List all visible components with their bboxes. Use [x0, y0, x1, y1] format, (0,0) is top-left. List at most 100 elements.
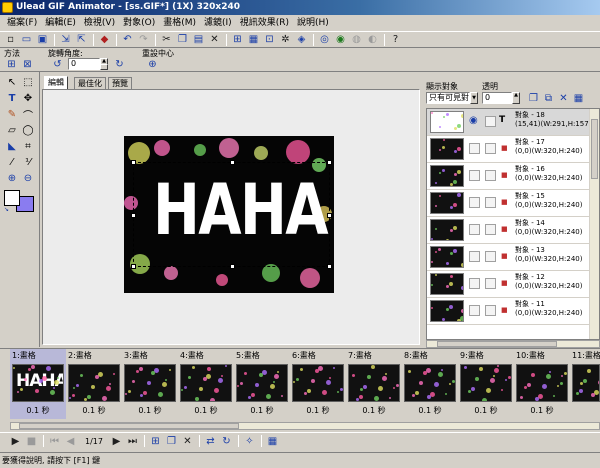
preview-browser-icon[interactable]: ◍: [349, 33, 364, 47]
open-file-icon[interactable]: ▭: [19, 33, 34, 47]
frame-delay[interactable]: 0.1 秒: [10, 405, 66, 416]
frame-item[interactable]: 5:畫格 0.1 秒: [234, 349, 290, 419]
save-icon[interactable]: ▣: [35, 33, 50, 47]
lock-checkbox[interactable]: [485, 305, 496, 316]
lock-checkbox[interactable]: [485, 143, 496, 154]
visibility-checkbox[interactable]: [469, 224, 480, 235]
visibility-checkbox[interactable]: [469, 305, 480, 316]
rotate-spin-down[interactable]: [100, 64, 108, 70]
selection-box[interactable]: [131, 160, 332, 269]
lock-checkbox[interactable]: [485, 197, 496, 208]
rotate-ccw-icon[interactable]: ↺: [50, 57, 65, 71]
add-frame-icon[interactable]: ⊞: [148, 434, 163, 448]
frame-item[interactable]: 10:畫格 0.1 秒: [514, 349, 570, 419]
tween-icon[interactable]: ⇄: [203, 434, 218, 448]
opacity-input[interactable]: 0: [482, 92, 512, 104]
paintbrush-tool-icon[interactable]: ✎: [4, 106, 20, 122]
frame-delay[interactable]: 0.1 秒: [458, 405, 514, 416]
lock-checkbox[interactable]: [485, 224, 496, 235]
eraser-tool-icon[interactable]: ▱: [4, 122, 20, 138]
fill-tool-icon[interactable]: ◣: [4, 138, 20, 154]
list-item[interactable]: ■ 對象 - 14 (0,0)(W:320,H:240): [427, 217, 591, 244]
copy-icon[interactable]: ❐: [175, 33, 190, 47]
tab-optimize[interactable]: 最佳化: [74, 77, 106, 89]
frame-item[interactable]: 1:畫格 HAHA 0.1 秒: [10, 349, 66, 419]
frame-delay[interactable]: 0.1 秒: [514, 405, 570, 416]
ellipse-tool-icon[interactable]: ◯: [20, 122, 36, 138]
rotate-angle-input[interactable]: 0: [68, 58, 100, 70]
context-help-icon[interactable]: ?: [388, 33, 403, 47]
lock-checkbox[interactable]: [485, 278, 496, 289]
eyedropper-tool-icon[interactable]: ⁄: [4, 154, 20, 170]
export-icon[interactable]: ⇱: [74, 33, 89, 47]
lock-checkbox[interactable]: [485, 170, 496, 181]
frame-delay[interactable]: 0.1 秒: [346, 405, 402, 416]
resize-handle[interactable]: [131, 264, 136, 269]
menu-video-effect[interactable]: 視訊效果(R): [236, 15, 293, 31]
foreground-color-swatch[interactable]: [4, 190, 20, 206]
object-list-hscrollbar[interactable]: [426, 340, 600, 348]
resize-handle[interactable]: [230, 160, 235, 165]
frame-item[interactable]: 7:畫格 0.1 秒: [346, 349, 402, 419]
tab-preview[interactable]: 預覽: [108, 77, 132, 89]
optimize-icon[interactable]: ◈: [294, 33, 309, 47]
resize-handle[interactable]: [230, 264, 235, 269]
frame-item[interactable]: 4:畫格 0.1 秒: [178, 349, 234, 419]
select-tool-icon[interactable]: ⬚: [20, 74, 36, 90]
menu-file[interactable]: 檔案(F): [3, 15, 41, 31]
undo-icon[interactable]: ↶: [120, 33, 135, 47]
menu-edit[interactable]: 編輯(E): [41, 15, 80, 31]
paste-icon[interactable]: ▤: [191, 33, 206, 47]
menu-object[interactable]: 對象(O): [119, 15, 159, 31]
add-frame-icon[interactable]: ⊞: [230, 33, 245, 47]
lock-checkbox[interactable]: [485, 251, 496, 262]
method-fixed-icon[interactable]: ⊠: [20, 57, 35, 71]
redo-icon[interactable]: ↷: [136, 33, 151, 47]
next-frame-icon[interactable]: ▶: [109, 434, 124, 448]
prev-frame-icon[interactable]: ◀: [63, 434, 78, 448]
visibility-checkbox[interactable]: [469, 170, 480, 181]
list-item[interactable]: ■ 對象 - 11 (0,0)(W:320,H:240): [427, 298, 591, 325]
cut-icon[interactable]: ✂: [159, 33, 174, 47]
frame-item[interactable]: 9:畫格 0.1 秒: [458, 349, 514, 419]
resize-handle[interactable]: [131, 213, 136, 218]
rotate-cw-icon[interactable]: ↻: [112, 57, 127, 71]
crop-tool-icon[interactable]: ⌗: [20, 138, 36, 154]
menu-view[interactable]: 檢視(V): [80, 15, 119, 31]
scrollbar-thumb[interactable]: [437, 341, 557, 347]
frame-item[interactable]: 2:畫格 0.1 秒: [66, 349, 122, 419]
lock-checkbox[interactable]: [485, 116, 496, 127]
menu-filter[interactable]: 濾鏡(I): [200, 15, 236, 31]
resize-handle[interactable]: [327, 160, 332, 165]
frame-panel-scrollbar[interactable]: [10, 422, 600, 430]
list-item[interactable]: ■ 對象 - 12 (0,0)(W:320,H:240): [427, 271, 591, 298]
scrollbar-thumb[interactable]: [591, 119, 598, 179]
frame-delay[interactable]: 0.1 秒: [122, 405, 178, 416]
chevron-down-icon[interactable]: ▼: [470, 92, 478, 104]
list-item[interactable]: ■ 對象 - 15 (0,0)(W:320,H:240): [427, 190, 591, 217]
crop-icon[interactable]: ⊡: [262, 33, 277, 47]
reset-center-icon[interactable]: ⊕: [145, 57, 160, 71]
resize-handle[interactable]: [327, 264, 332, 269]
menu-help[interactable]: 說明(H): [293, 15, 333, 31]
resize-handle[interactable]: [327, 213, 332, 218]
object-properties-icon[interactable]: ▦: [571, 91, 586, 105]
object-filter-select[interactable]: 只有可見對: [426, 92, 470, 104]
frame-item[interactable]: 6:畫格 0.1 秒: [290, 349, 346, 419]
swap-colors-icon[interactable]: ↘: [4, 206, 9, 213]
frame-item[interactable]: 11:畫格: [570, 349, 600, 419]
resize-icon[interactable]: ✲: [278, 33, 293, 47]
eye-icon[interactable]: ◉: [469, 115, 478, 126]
menu-frame[interactable]: 畫格(M): [159, 15, 200, 31]
actual-size-tool-icon[interactable]: ⅟: [20, 154, 36, 170]
new-file-icon[interactable]: ▫: [3, 33, 18, 47]
stop-icon[interactable]: ■: [24, 434, 39, 448]
frame-item[interactable]: 8:畫格 0.1 秒: [402, 349, 458, 419]
frame-properties-icon[interactable]: ▦: [265, 434, 280, 448]
first-frame-icon[interactable]: ⏮: [47, 434, 62, 448]
frame-delay[interactable]: 0.1 秒: [178, 405, 234, 416]
frame-delay[interactable]: 0.1 秒: [234, 405, 290, 416]
play-icon[interactable]: ▶: [8, 434, 23, 448]
move-tool-icon[interactable]: ✥: [20, 90, 36, 106]
visibility-checkbox[interactable]: [469, 251, 480, 262]
